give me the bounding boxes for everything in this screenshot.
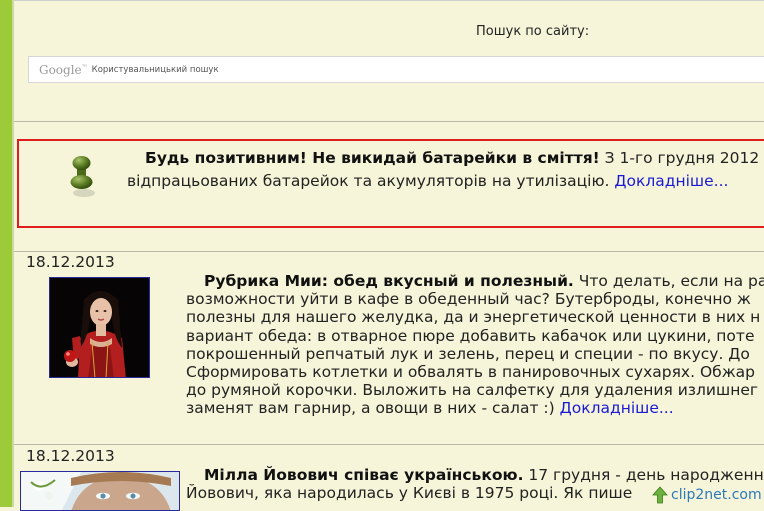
- search-label: Пошук по сайту:: [476, 24, 590, 39]
- post-date: 18.12.2013: [26, 447, 115, 465]
- search-input[interactable]: Google™ Користувальницький пошук: [28, 56, 764, 83]
- notice-text: Будь позитивним! Не викидай батарейки в …: [127, 147, 764, 193]
- post-more-link[interactable]: Докладніше...: [560, 399, 674, 417]
- post-line: до румяной корочки. Выложить на салфетку…: [186, 381, 759, 400]
- watermark-text: clip2net.com: [671, 487, 762, 503]
- divider: [14, 444, 764, 445]
- notice-title: Будь позитивним! Не викидай батарейки в …: [145, 149, 600, 167]
- post-title: Мілла Йовович співає українською.: [204, 466, 524, 484]
- post-thumbnail[interactable]: [49, 277, 150, 378]
- woman-portrait-image: [50, 278, 149, 377]
- left-rail: [0, 0, 12, 507]
- post-line: покрошенный репчатый лук и зелень, перец…: [186, 344, 750, 363]
- post-line: полезны для нашего желудка, да и энергет…: [186, 308, 761, 327]
- notice-banner: Будь позитивним! Не викидай батарейки в …: [17, 139, 764, 228]
- post-thumbnail[interactable]: [20, 471, 180, 511]
- search-placeholder: Користувальницький пошук: [91, 64, 219, 75]
- post-text: Рубрика Мии: обед вкусный и полезный. Чт…: [186, 272, 764, 418]
- notice-text-line2: відпрацьованих батарейок та акумуляторів…: [127, 172, 610, 190]
- post-line: вариант обеда: в отварное пюре добавить …: [186, 326, 755, 345]
- post-line: 17 грудня - день народження а: [523, 466, 764, 484]
- post-line: заменят вам гарнир, а овощи в них - сала…: [186, 399, 555, 418]
- notice-more-link[interactable]: Докладніше...: [614, 172, 728, 190]
- divider: [14, 121, 764, 122]
- site-search: Пошук по сайту: Google™ Користувальницьк…: [14, 0, 764, 120]
- notice-text-line1: З 1-го грудня 2012 року: [604, 149, 764, 167]
- divider: [14, 251, 764, 252]
- woman-portrait-image: [21, 472, 179, 510]
- post-line: Что делать, если на работ: [578, 272, 764, 290]
- pushpin-icon: [70, 156, 95, 197]
- google-logo: Google™: [39, 62, 88, 77]
- post-line: Сформировать котлетки и обвалять в панир…: [186, 363, 756, 382]
- upload-arrow-icon: [652, 486, 668, 504]
- post-line: возможности уйти в кафе в обеденный час?…: [186, 290, 751, 309]
- post-date: 18.12.2013: [26, 253, 115, 271]
- post-title: Рубрика Мии: обед вкусный и полезный.: [204, 272, 574, 290]
- clip2net-watermark: clip2net.com: [652, 484, 764, 506]
